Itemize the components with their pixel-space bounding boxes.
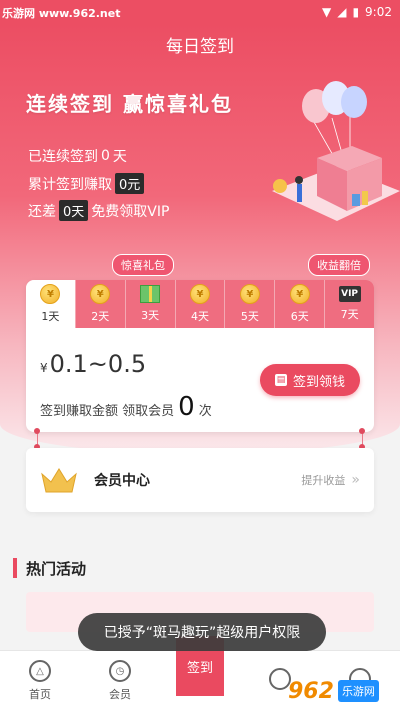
watermark-top-left: 乐游网 www.962.net	[2, 7, 121, 20]
total-earned: 累计签到赚取 0元	[28, 173, 145, 194]
crown-icon	[41, 468, 77, 493]
signal-icon: ◢	[337, 5, 347, 19]
day-tab-3[interactable]: 3天	[125, 280, 175, 328]
day-tab-5[interactable]: ¥ 5天	[225, 280, 275, 328]
calendar-icon: ▤	[274, 374, 287, 386]
sign-in-card: ¥ 1天 ¥ 2天 3天 ¥ 4天 ¥ 5天 ¥ 6天 VIP 7天 ¥0.1~…	[26, 280, 374, 432]
home-triangle-icon: △	[29, 660, 51, 682]
day-tab-2[interactable]: ¥ 2天	[75, 280, 125, 328]
coin-icon: ¥	[190, 284, 210, 304]
day-tab-1[interactable]: ¥ 1天	[26, 280, 75, 328]
gift-balloon-illustration	[272, 81, 400, 221]
pin-left	[34, 428, 40, 434]
day-tab-7[interactable]: VIP 7天	[325, 280, 374, 328]
reward-description: 签到赚取金额 领取会员 0 次	[40, 392, 212, 422]
surprise-gift-bubble: 惊喜礼包	[112, 254, 174, 276]
page-title: 每日签到	[166, 37, 234, 57]
coin-icon: ¥	[239, 284, 260, 304]
gift-icon	[140, 285, 161, 303]
day-tab-6[interactable]: ¥ 6天	[275, 280, 325, 328]
coin-icon: ¥	[90, 284, 111, 304]
double-chevron-right-icon: »	[351, 472, 360, 488]
vip-remaining: 还差 0天 免费领取VIP	[28, 200, 169, 221]
continuous-days: 已连续签到 0 天	[28, 148, 127, 165]
slogan: 连续签到 赢惊喜礼包	[26, 92, 233, 116]
coin-icon: ¥	[40, 284, 61, 304]
nav-member[interactable]: ◷ 会员	[80, 651, 160, 711]
remain-value-tag: 0天	[59, 200, 89, 221]
clock-icon: ◷	[109, 660, 131, 682]
member-center-card[interactable]: 会员中心 提升收益 »	[26, 448, 374, 512]
section-title: 热门活动	[26, 560, 87, 578]
vip-icon: VIP	[338, 286, 361, 302]
coin-icon: ¥	[289, 284, 310, 304]
section-accent-bar	[13, 558, 17, 578]
boost-earnings-link[interactable]: 提升收益 »	[301, 472, 360, 488]
nav-home[interactable]: △ 首页	[0, 651, 80, 711]
status-time: 9:02	[365, 5, 392, 19]
wifi-icon: ▼	[321, 5, 332, 19]
battery-icon: ▮	[352, 5, 360, 19]
watermark-bottom-right: 962 乐游网	[288, 676, 396, 706]
double-earnings-bubble: 收益翻倍	[308, 254, 370, 276]
day-tab-4[interactable]: ¥ 4天	[175, 280, 225, 328]
member-center-title: 会员中心	[94, 473, 150, 489]
day-tabs: ¥ 1天 ¥ 2天 3天 ¥ 4天 ¥ 5天 ¥ 6天 VIP 7天	[26, 280, 374, 328]
reward-amount: ¥0.1~0.5	[40, 350, 147, 378]
toast-message: 已授予“斑马趣玩”超级用户权限	[78, 613, 326, 651]
earned-value-tag: 0元	[115, 173, 145, 194]
pin-right	[359, 428, 365, 434]
sign-earn-button[interactable]: ▤ 签到领钱	[260, 364, 360, 396]
